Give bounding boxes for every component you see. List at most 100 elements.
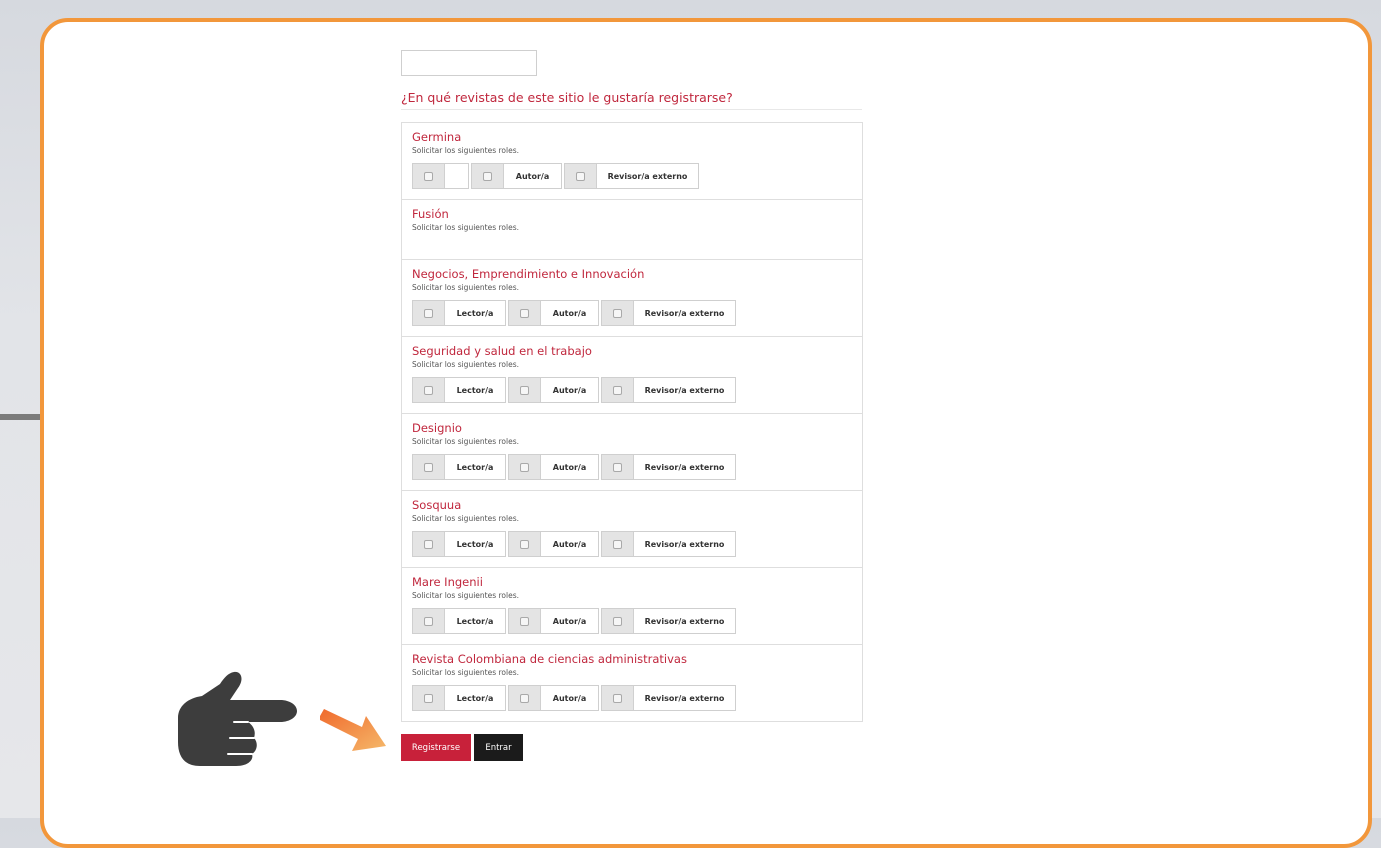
role-checkbox-cell: [509, 301, 541, 325]
role-option[interactable]: Autor/a: [508, 685, 599, 711]
journal-item: Revista Colombiana de ciencias administr…: [402, 645, 862, 722]
role-label: Lector/a: [445, 686, 505, 710]
role-label: Autor/a: [541, 378, 598, 402]
register-button[interactable]: Registrarse: [401, 734, 471, 761]
role-option[interactable]: Lector/a: [412, 454, 506, 480]
role-checkbox-cell: [472, 164, 504, 188]
role-options: Lector/a Autor/a Revisor/a externo: [412, 685, 736, 711]
role-checkbox[interactable]: [424, 693, 433, 703]
role-checkbox[interactable]: [424, 462, 433, 472]
role-checkbox[interactable]: [613, 616, 622, 626]
journal-name: Seguridad y salud en el trabajo: [412, 344, 592, 358]
role-option[interactable]: Autor/a: [508, 454, 599, 480]
role-checkbox[interactable]: [520, 616, 529, 626]
role-label: [445, 164, 468, 188]
role-checkbox-cell: [413, 686, 445, 710]
role-checkbox-cell: [509, 609, 541, 633]
role-checkbox[interactable]: [613, 539, 622, 549]
role-option[interactable]: Revisor/a externo: [601, 608, 736, 634]
journal-name: Mare Ingenii: [412, 575, 483, 589]
role-option[interactable]: Autor/a: [508, 531, 599, 557]
role-checkbox[interactable]: [424, 385, 433, 395]
role-label: Revisor/a externo: [634, 532, 735, 556]
role-request-text: Solicitar los siguientes roles.: [412, 223, 519, 232]
text-input[interactable]: [401, 50, 537, 76]
role-option[interactable]: Lector/a: [412, 300, 506, 326]
role-checkbox[interactable]: [424, 616, 433, 626]
role-label: Revisor/a externo: [597, 164, 698, 188]
role-options: Lector/a Autor/a Revisor/a externo: [412, 377, 736, 403]
role-option[interactable]: Revisor/a externo: [601, 685, 736, 711]
role-option[interactable]: Autor/a: [508, 608, 599, 634]
role-option[interactable]: Autor/a: [471, 163, 562, 189]
role-checkbox[interactable]: [520, 462, 529, 472]
journal-item: Mare Ingenii Solicitar los siguientes rol…: [402, 568, 862, 645]
journal-name: Germina: [412, 130, 462, 144]
role-checkbox[interactable]: [424, 171, 433, 181]
role-request-text: Solicitar los siguientes roles.: [412, 146, 519, 155]
role-checkbox-cell: [413, 301, 445, 325]
role-request-text: Solicitar los siguientes roles.: [412, 668, 519, 677]
pointing-hand-icon: [178, 671, 297, 766]
role-checkbox[interactable]: [520, 539, 529, 549]
journal-name: Sosquua: [412, 498, 462, 512]
role-checkbox-cell: [602, 455, 634, 479]
journals-list: Germina Solicitar los siguientes roles. Au…: [401, 122, 863, 722]
role-request-text: Solicitar los siguientes roles.: [412, 437, 519, 446]
journals-question: ¿En qué revistas de este sitio le gustar…: [401, 90, 862, 110]
role-label: Lector/a: [445, 301, 505, 325]
role-label: Revisor/a externo: [634, 301, 735, 325]
role-checkbox[interactable]: [613, 308, 622, 318]
role-option[interactable]: Lector/a: [412, 531, 506, 557]
role-checkbox[interactable]: [613, 462, 622, 472]
side-divider-bar: [0, 414, 44, 420]
role-option[interactable]: Lector/a: [412, 685, 506, 711]
role-label: Revisor/a externo: [634, 378, 735, 402]
journal-name: Revista Colombiana de ciencias administr…: [412, 652, 687, 666]
journal-name: Negocios, Emprendimiento e Innovación: [412, 267, 645, 281]
role-option[interactable]: Revisor/a externo: [601, 531, 736, 557]
role-checkbox[interactable]: [520, 693, 529, 703]
role-checkbox[interactable]: [424, 539, 433, 549]
login-button[interactable]: Entrar: [474, 734, 523, 761]
role-request-text: Solicitar los siguientes roles.: [412, 360, 519, 369]
role-option[interactable]: Revisor/a externo: [601, 300, 736, 326]
journal-item: Seguridad y salud en el trabajo Solicitar…: [402, 337, 862, 414]
role-options: Lector/a Autor/a Revisor/a externo: [412, 608, 736, 634]
role-checkbox[interactable]: [520, 308, 529, 318]
journal-name: Fusión: [412, 207, 449, 221]
role-options: Autor/a Revisor/a externo: [412, 163, 699, 189]
role-label: Lector/a: [445, 455, 505, 479]
journal-item: Fusión Solicitar los siguientes roles.: [402, 200, 862, 260]
role-label: Lector/a: [445, 532, 505, 556]
role-checkbox-cell: [602, 378, 634, 402]
role-label: Revisor/a externo: [634, 609, 735, 633]
role-checkbox-cell: [413, 164, 445, 188]
role-checkbox-cell: [509, 455, 541, 479]
role-checkbox[interactable]: [424, 308, 433, 318]
role-label: Autor/a: [541, 532, 598, 556]
role-checkbox-cell: [413, 455, 445, 479]
role-option[interactable]: Autor/a: [508, 377, 599, 403]
role-checkbox-cell: [509, 686, 541, 710]
role-checkbox[interactable]: [520, 385, 529, 395]
role-options: Lector/a Autor/a Revisor/a externo: [412, 454, 736, 480]
role-option[interactable]: Autor/a: [508, 300, 599, 326]
role-option[interactable]: Revisor/a externo: [601, 454, 736, 480]
role-request-text: Solicitar los siguientes roles.: [412, 283, 519, 292]
role-checkbox-cell: [602, 609, 634, 633]
role-option[interactable]: Revisor/a externo: [601, 377, 736, 403]
role-checkbox[interactable]: [613, 385, 622, 395]
role-checkbox[interactable]: [483, 171, 492, 181]
role-option[interactable]: Lector/a: [412, 377, 506, 403]
journal-item: Designio Solicitar los siguientes roles. L…: [402, 414, 862, 491]
role-option[interactable]: Revisor/a externo: [564, 163, 699, 189]
role-request-text: Solicitar los siguientes roles.: [412, 514, 519, 523]
arrow-icon: [320, 709, 386, 751]
role-option[interactable]: [412, 163, 469, 189]
role-checkbox[interactable]: [576, 171, 585, 181]
journal-item: Negocios, Emprendimiento e Innovación Sol…: [402, 260, 862, 337]
role-option[interactable]: Lector/a: [412, 608, 506, 634]
role-checkbox[interactable]: [613, 693, 622, 703]
role-checkbox-cell: [565, 164, 597, 188]
